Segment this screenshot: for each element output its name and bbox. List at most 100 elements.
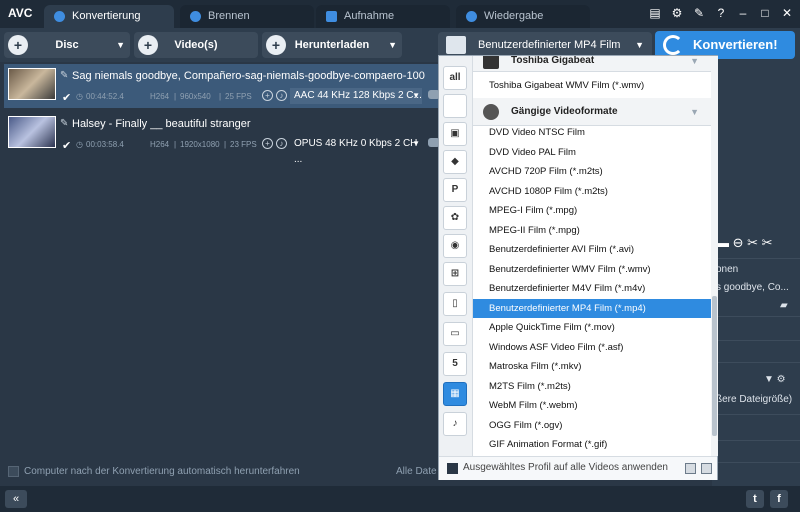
format-list-scrollbar[interactable]	[711, 56, 718, 456]
convert-label: Konvertieren!	[693, 37, 778, 52]
meta-separator: |	[174, 140, 177, 149]
format-item[interactable]: GIF Animation Format (*.gif)	[473, 435, 711, 454]
profile-dropdown: all ▣ ◆ P ✿ ◉ ⊞ ▯ ▭ 5 ▦ ♪ Toshiba Gigabe…	[438, 55, 718, 480]
disc-icon	[190, 11, 201, 22]
format-item[interactable]: DVD Video NTSC Film	[473, 123, 711, 142]
divider	[712, 462, 800, 463]
format-list: Toshiba Gigabeat ▼ Toshiba Gigabeat WMV …	[473, 56, 711, 456]
download-button[interactable]: + Herunterladen ▼	[262, 32, 402, 58]
record-icon	[326, 11, 337, 22]
format-item[interactable]: M2TS Film (*.m2ts)	[473, 377, 711, 396]
format-item[interactable]: Apple QuickTime Film (*.mov)	[473, 318, 711, 337]
gear-icon[interactable]: ⚙	[670, 6, 684, 20]
file-checkbox[interactable]: ✔	[62, 139, 71, 152]
apple-icon[interactable]	[443, 94, 467, 118]
audio-track-select[interactable]: AAC 44 KHz 128 Kbps 2 C... ▼	[290, 88, 422, 104]
format-item[interactable]: MPEG-II Film (*.mpg)	[473, 221, 711, 240]
collapse-button[interactable]: «	[5, 490, 27, 508]
facebook-icon[interactable]: f	[770, 490, 788, 508]
tab-brennen[interactable]: Brennen	[180, 5, 314, 28]
file-list: ✎ Sag niemals goodbye, Compañero-sag-nie…	[0, 62, 440, 462]
add-profile-icon[interactable]	[685, 463, 696, 474]
html5-icon[interactable]: 5	[443, 352, 467, 376]
group-header-toshiba[interactable]: Toshiba Gigabeat ▼	[473, 56, 711, 72]
audio-icon: ♪	[276, 138, 287, 149]
chevron-down-icon: ▼	[690, 107, 699, 117]
all-formats-icon[interactable]: all	[443, 66, 467, 90]
format-item-selected[interactable]: Benutzerdefinierter MP4 Film (*.mp4)	[473, 298, 711, 318]
subtitle-icon[interactable]: +	[262, 90, 273, 101]
help-icon[interactable]: ?	[714, 6, 728, 20]
video-thumbnail	[8, 68, 56, 100]
phone-icon[interactable]: ▯	[443, 292, 467, 316]
music-icon[interactable]: ♪	[443, 412, 467, 436]
audio-track-select[interactable]: OPUS 48 KHz 0 Kbps 2 CH ... ▼	[290, 136, 422, 165]
file-row[interactable]: ✎ Sag niemals goodbye, Compañero-sag-nie…	[4, 64, 440, 108]
format-item[interactable]: AVCHD 720P Film (*.m2ts)	[473, 162, 711, 181]
playstation-icon[interactable]: P	[443, 178, 467, 202]
tab-aufnahme[interactable]: Aufnahme	[316, 5, 450, 28]
video-fps: 25 FPS	[225, 92, 252, 101]
file-duration: 00:44:52.4	[86, 92, 124, 101]
apply-all-checkbox[interactable]	[447, 463, 458, 474]
manage-profiles-icon[interactable]	[701, 463, 712, 474]
tab-konvertierung[interactable]: Konvertierung	[44, 5, 174, 28]
file-row[interactable]: ✎ Halsey - Finally __ beautiful stranger…	[4, 112, 440, 165]
group-header-common[interactable]: Gängige Videoformate ▼	[473, 98, 711, 126]
video-formats-icon	[483, 104, 499, 120]
format-item[interactable]: Benutzerdefinierter M4V Film (*.m4v)	[473, 279, 711, 298]
size-option-value: ßere Dateigröße)	[716, 394, 793, 405]
chevron-down-icon[interactable]: ▼	[388, 32, 397, 58]
format-item[interactable]: Benutzerdefinierter WMV Film (*.wmv)	[473, 260, 711, 279]
play-icon	[466, 11, 477, 22]
lg-icon[interactable]: ◉	[443, 234, 467, 258]
tv-icon[interactable]: ▭	[443, 322, 467, 346]
panel-toolbar-icons[interactable]: ▬ ⊖ ✂ ✂	[716, 235, 773, 251]
file-checkbox[interactable]: ✔	[62, 91, 71, 104]
android-tablet-icon[interactable]: ▣	[443, 122, 467, 146]
apply-profile-bar: Ausgewähltes Profil auf alle Videos anwe…	[439, 456, 717, 480]
shutdown-checkbox[interactable]	[8, 466, 19, 477]
chevron-down-icon: ▼	[412, 139, 420, 148]
format-item[interactable]: Benutzerdefinierter AVI Film (*.avi)	[473, 240, 711, 259]
tab-wiedergabe[interactable]: Wiedergabe	[456, 5, 590, 28]
scrollbar-thumb[interactable]	[712, 296, 717, 436]
disc-label: Disc	[55, 39, 79, 51]
folder-icon[interactable]: ▰	[780, 300, 788, 311]
file-duration: 00:03:58.4	[86, 140, 124, 149]
edit-name-icon[interactable]: ✎	[60, 70, 68, 81]
meta-separator: |	[219, 92, 222, 101]
videos-label: Video(s)	[174, 39, 218, 51]
huawei-icon[interactable]: ✿	[443, 206, 467, 230]
format-item[interactable]: OGG Film (*.ogv)	[473, 416, 711, 435]
chevron-down-icon: ▼	[690, 56, 699, 66]
close-icon[interactable]: ✕	[780, 6, 794, 20]
edit-name-icon[interactable]: ✎	[60, 118, 68, 129]
group-label: Toshiba Gigabeat	[511, 56, 595, 66]
wrench-icon[interactable]: ✎	[692, 6, 706, 20]
chevron-down-icon[interactable]: ▼	[116, 32, 125, 58]
format-item[interactable]: Toshiba Gigabeat WMV Film (*.wmv)	[473, 76, 711, 95]
format-item[interactable]: WebM Film (*.webm)	[473, 396, 711, 415]
android-icon[interactable]: ◆	[443, 150, 467, 174]
maximize-icon[interactable]: □	[758, 6, 772, 20]
divider	[712, 414, 800, 415]
add-videos-button[interactable]: + Video(s)	[134, 32, 258, 58]
app-window: AVC Konvertierung Brennen Aufnahme Wiede…	[0, 0, 800, 512]
panel-select-caret[interactable]: ▼ ⚙	[764, 374, 786, 385]
menu-icon[interactable]: ▤	[648, 6, 662, 20]
format-item[interactable]: DVD Video PAL Film	[473, 143, 711, 162]
panel-title-value: s goodbye, Co...	[716, 282, 789, 293]
format-item[interactable]: Matroska Film (*.mkv)	[473, 357, 711, 376]
windows-icon[interactable]: ⊞	[443, 262, 467, 286]
chevron-down-icon: ▼	[412, 91, 420, 100]
format-item[interactable]: Windows ASF Video Film (*.asf)	[473, 338, 711, 357]
subtitle-icon[interactable]: +	[262, 138, 273, 149]
format-item[interactable]: MPEG-I Film (*.mpg)	[473, 201, 711, 220]
refresh-icon	[663, 35, 683, 55]
minimize-icon[interactable]: –	[736, 6, 750, 20]
format-item[interactable]: AVCHD 1080P Film (*.m2ts)	[473, 182, 711, 201]
disc-button[interactable]: + Disc ▼	[4, 32, 130, 58]
twitter-icon[interactable]: t	[746, 490, 764, 508]
film-icon[interactable]: ▦	[443, 382, 467, 406]
